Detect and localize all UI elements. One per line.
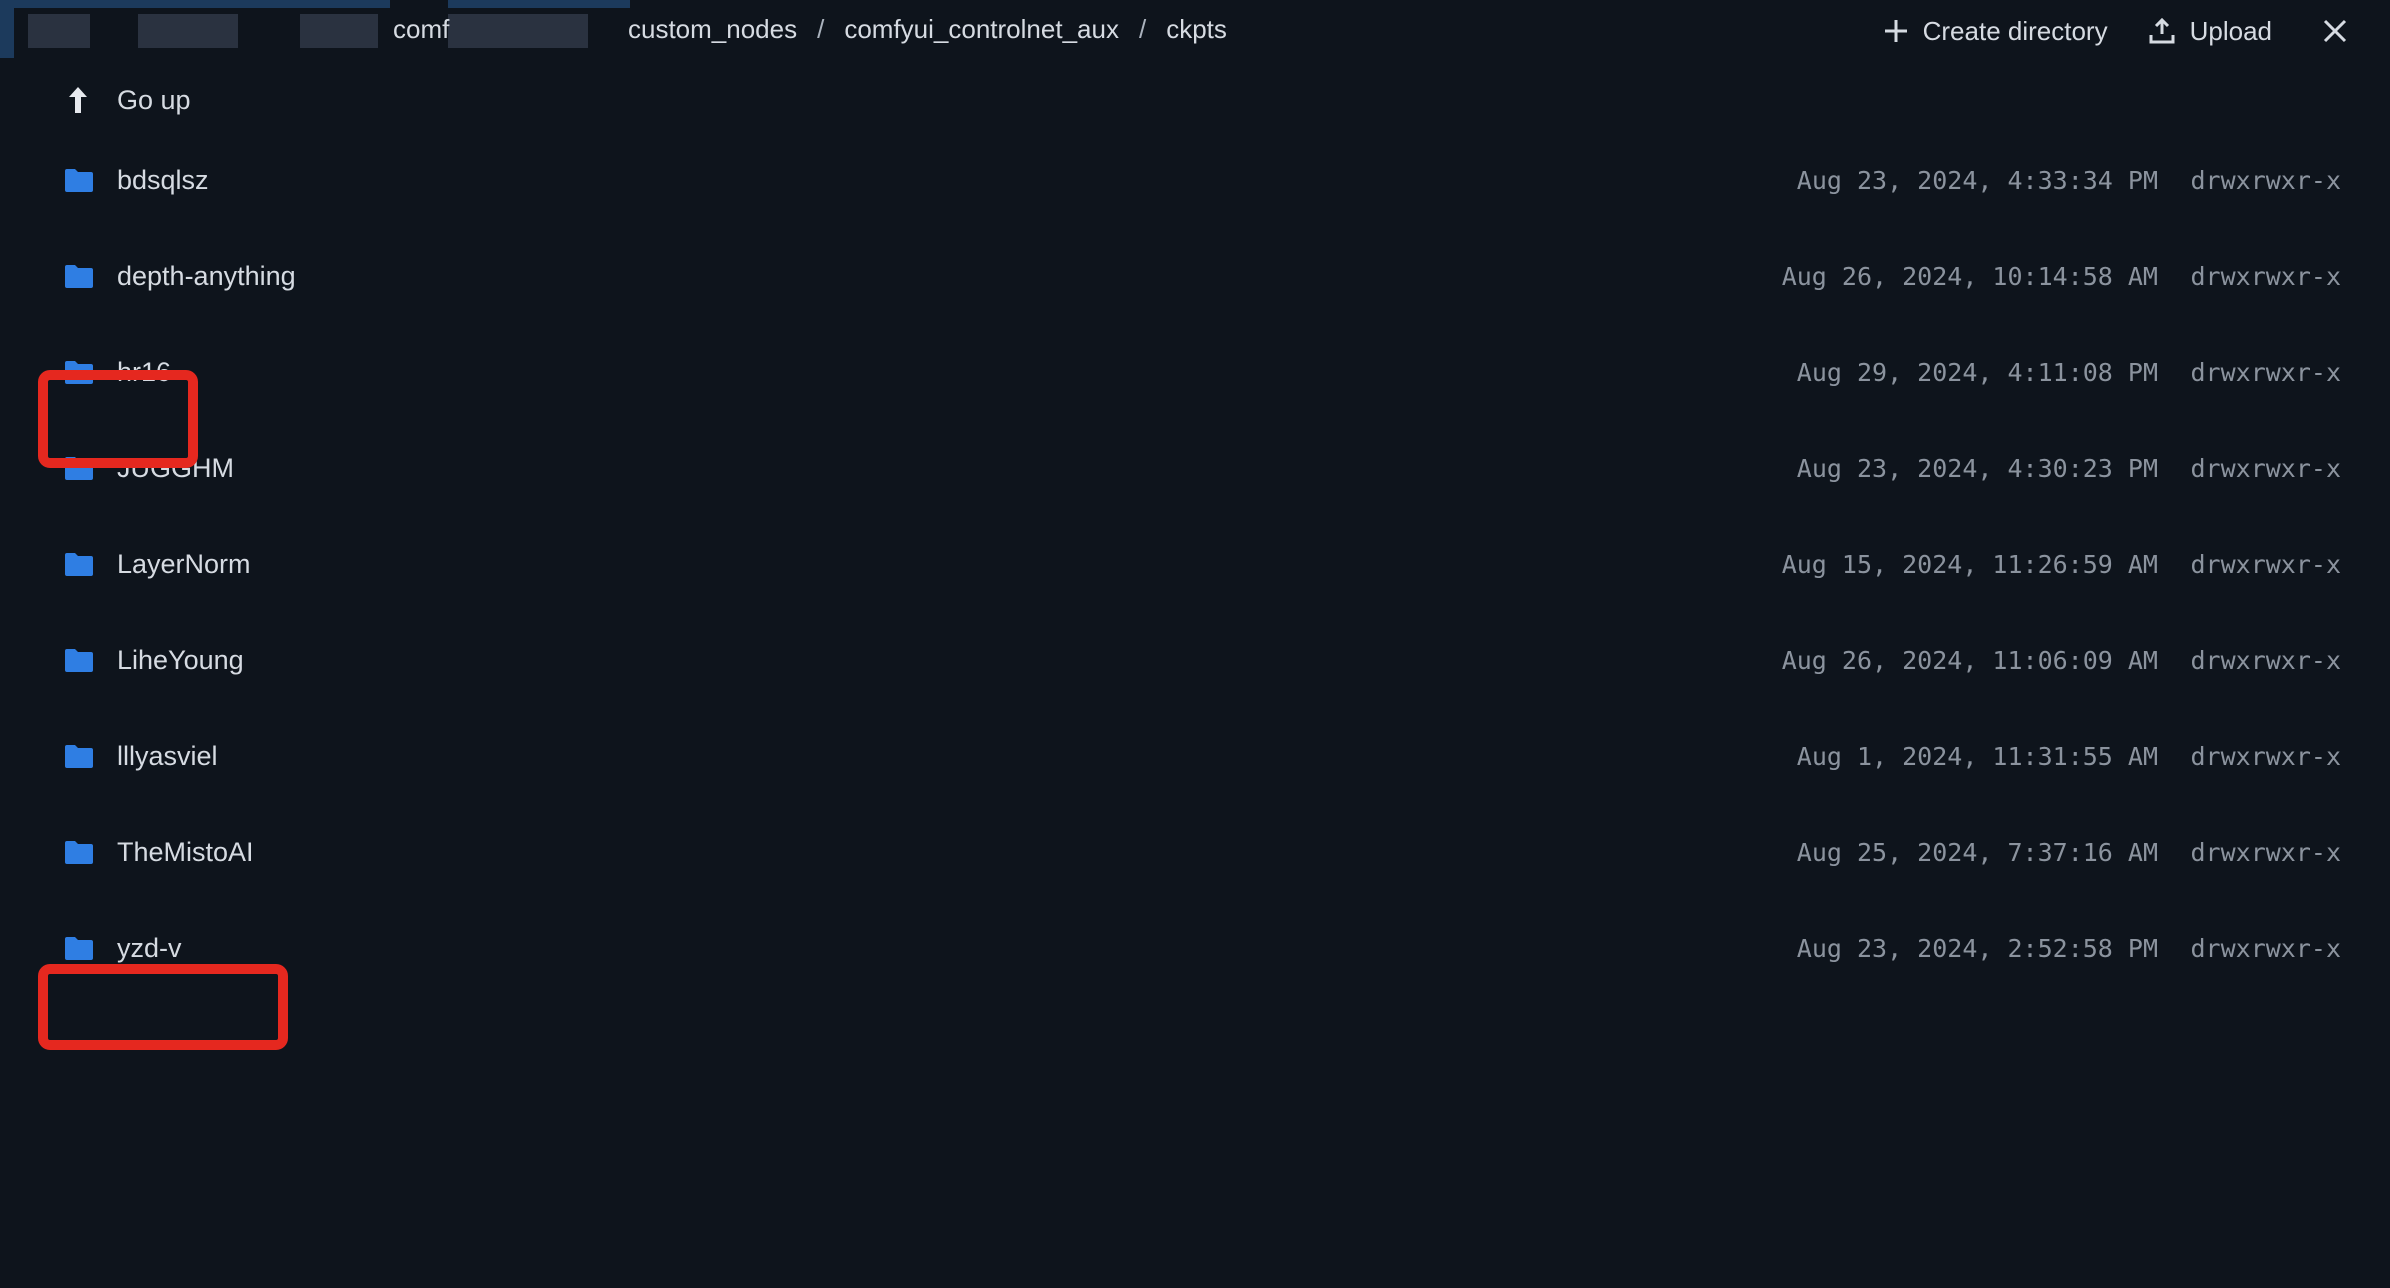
folder-permissions: drwxrwxr-x [2190,741,2341,771]
breadcrumb-separator: / [1138,14,1147,44]
folder-modified-date: Aug 23, 2024, 2:52:58 PM [1796,933,2158,963]
breadcrumb-item-ckpts[interactable]: ckpts [1166,14,1227,45]
folder-permissions: drwxrwxr-x [2190,837,2341,867]
folder-row[interactable]: yzd-v Aug 23, 2024, 2:52:58 PM drwxrwxr-x [0,900,2390,996]
breadcrumb-item-controlnet-aux[interactable]: comfyui_controlnet_aux [844,14,1119,45]
folder-name[interactable]: lllyasviel [117,741,218,772]
redacted-block [300,14,378,48]
highlight-box-yzd-v [38,964,288,1050]
folder-icon [64,743,94,769]
folder-row[interactable]: lllyasviel Aug 1, 2024, 11:31:55 AM drwxrw… [0,708,2390,804]
redacted-strip [0,0,390,8]
folder-permissions: drwxrwxr-x [2190,549,2341,579]
folder-modified-date: Aug 23, 2024, 4:30:23 PM [1796,453,2158,483]
folder-row[interactable]: depth-anything Aug 26, 2024, 10:14:58 AM d… [0,228,2390,324]
create-directory-label: Create directory [1922,15,2108,46]
folder-modified-date: Aug 15, 2024, 11:26:59 AM [1781,549,2158,579]
close-icon[interactable] [2322,18,2348,44]
create-directory-button[interactable]: Create directory [1883,16,2108,47]
folder-name[interactable]: yzd-v [117,933,182,964]
folder-modified-date: Aug 25, 2024, 7:37:16 AM [1796,837,2158,867]
folder-modified-date: Aug 1, 2024, 11:31:55 AM [1796,741,2158,771]
redacted-strip [448,0,630,8]
folder-row[interactable]: JUGGHM Aug 23, 2024, 4:30:23 PM drwxrwxr-x [0,420,2390,516]
folder-row[interactable]: LayerNorm Aug 15, 2024, 11:26:59 AM drwxrw… [0,516,2390,612]
toolbar-actions: Create directory Upload [1883,0,2390,62]
folder-permissions: drwxrwxr-x [2190,165,2341,195]
redacted-block [138,14,238,48]
folder-modified-date: Aug 23, 2024, 4:33:34 PM [1796,165,2158,195]
folder-icon [64,167,94,193]
breadcrumb-item-custom-nodes[interactable]: custom_nodes [628,14,797,45]
folder-modified-date: Aug 26, 2024, 10:14:58 AM [1781,261,2158,291]
folder-name[interactable]: TheMistoAI [117,837,254,868]
folder-row[interactable]: LiheYoung Aug 26, 2024, 11:06:09 AM drwxrw… [0,612,2390,708]
folder-modified-date: Aug 26, 2024, 11:06:09 AM [1781,645,2158,675]
folder-name[interactable]: LayerNorm [117,549,251,580]
folder-permissions: drwxrwxr-x [2190,933,2341,963]
folder-name[interactable]: bdsqlsz [117,165,209,196]
highlight-box-hr16 [38,370,198,468]
folder-permissions: drwxrwxr-x [2190,261,2341,291]
folder-permissions: drwxrwxr-x [2190,453,2341,483]
folder-icon [64,551,94,577]
top-bar: comf custom_nodes / comfyui_controlnet_a… [0,0,2390,62]
folder-icon [64,839,94,865]
breadcrumb-partial[interactable]: comf [393,14,449,45]
plus-icon [1883,18,1909,44]
folder-name[interactable]: LiheYoung [117,645,244,676]
folder-modified-date: Aug 29, 2024, 4:11:08 PM [1796,357,2158,387]
upload-label: Upload [2189,15,2272,46]
breadcrumb: custom_nodes / comfyui_controlnet_aux / … [628,14,1227,45]
upload-button[interactable]: Upload [2148,16,2272,47]
folder-row[interactable]: TheMistoAI Aug 25, 2024, 7:37:16 AM drwxrw… [0,804,2390,900]
folder-row[interactable]: bdsqlsz Aug 23, 2024, 4:33:34 PM drwxrwxr-… [0,132,2390,228]
arrow-up-icon [64,84,92,116]
folder-icon [64,647,94,673]
folder-permissions: drwxrwxr-x [2190,357,2341,387]
folder-icon [64,935,94,961]
redacted-block [28,14,90,48]
breadcrumb-separator: / [817,14,825,44]
redacted-block [0,8,14,58]
upload-icon [2148,17,2176,45]
folder-permissions: drwxrwxr-x [2190,645,2341,675]
folder-row[interactable]: hr16 Aug 29, 2024, 4:11:08 PM drwxrwxr-x [0,324,2390,420]
folder-icon [64,263,94,289]
redacted-block [448,14,588,48]
go-up-label: Go up [117,84,191,115]
folder-name[interactable]: depth-anything [117,261,296,292]
go-up-row[interactable]: Go up [0,68,2390,132]
